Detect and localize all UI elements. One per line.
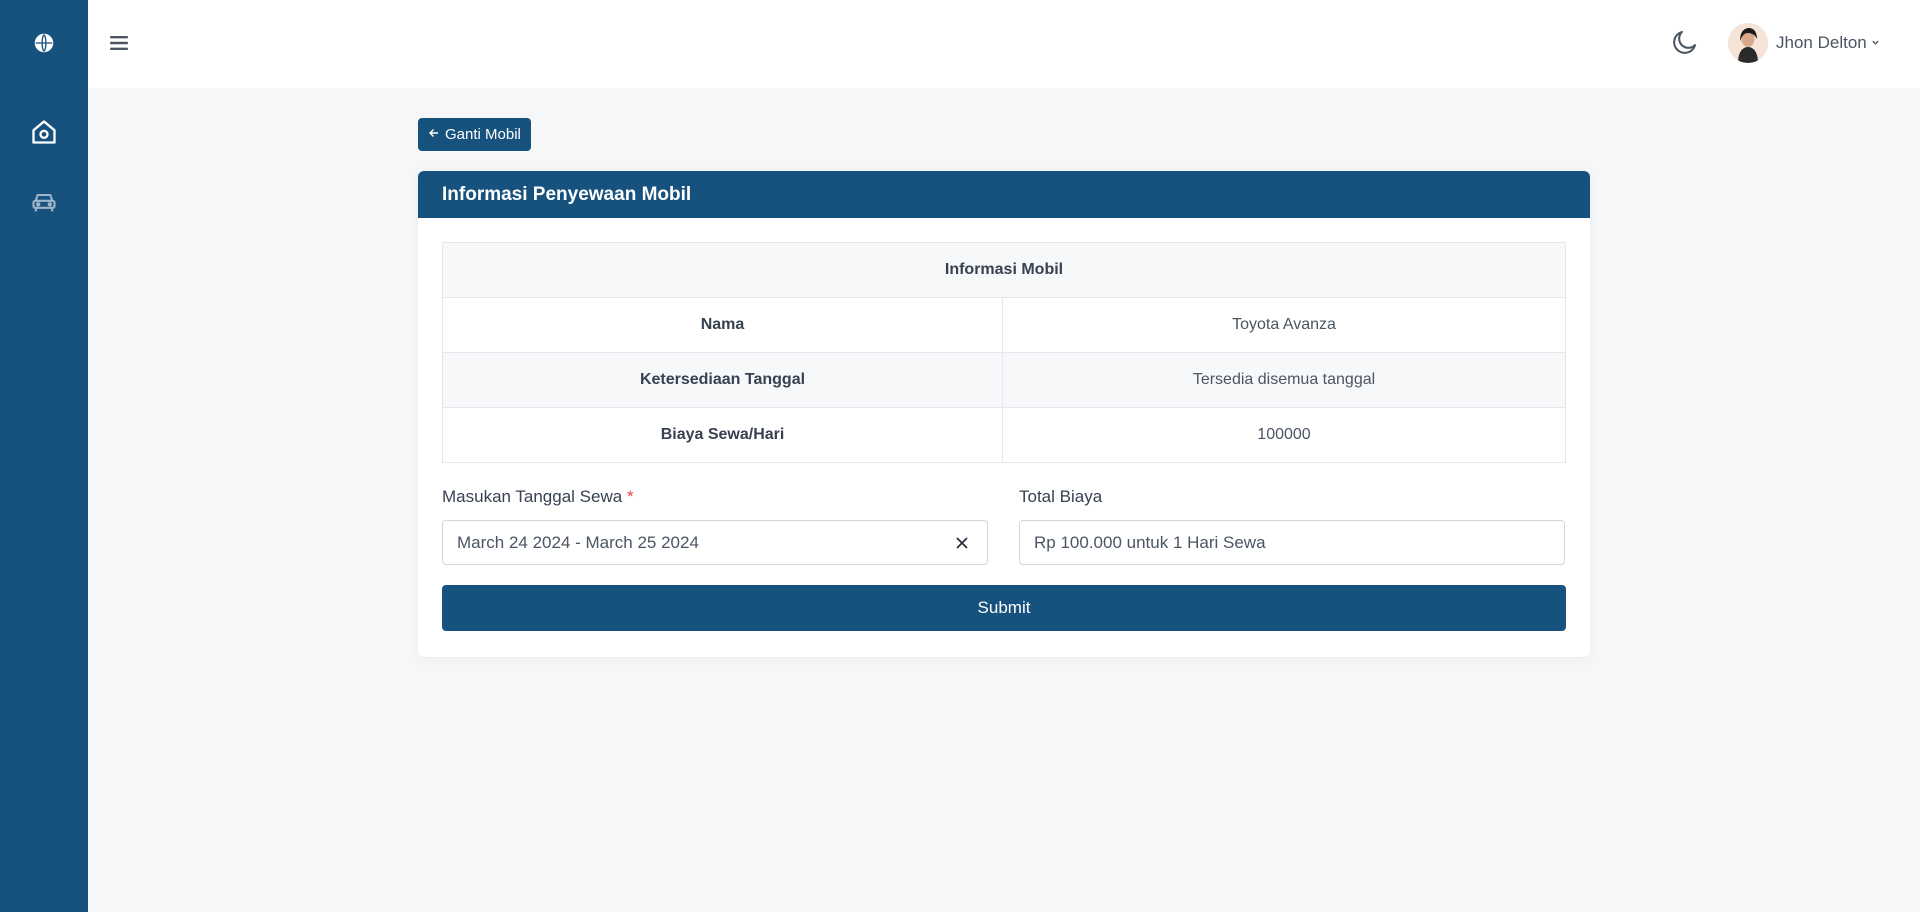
row-value: Toyota Avanza — [1002, 297, 1566, 353]
chevron-down-icon — [1871, 34, 1880, 52]
rental-info-card: Informasi Penyewaan Mobil Informasi Mobi… — [418, 171, 1590, 657]
sidebar — [0, 0, 88, 912]
rental-date-label: Masukan Tanggal Sewa * — [442, 487, 634, 507]
rental-date-value: March 24 2024 - March 25 2024 — [457, 532, 699, 552]
rental-date-label-text: Masukan Tanggal Sewa — [442, 487, 623, 506]
clear-icon[interactable] — [953, 534, 971, 557]
table-row: Nama Toyota Avanza — [442, 297, 1566, 353]
table-row: Biaya Sewa/Hari 100000 — [442, 407, 1566, 463]
globe-icon[interactable] — [0, 24, 88, 62]
menu-toggle-icon[interactable] — [108, 30, 130, 56]
rental-date-input[interactable]: March 24 2024 - March 25 2024 — [442, 520, 988, 565]
submit-button[interactable]: Submit — [442, 585, 1566, 631]
row-value: 100000 — [1002, 407, 1566, 463]
home-icon[interactable] — [0, 112, 88, 152]
card-title: Informasi Penyewaan Mobil — [418, 171, 1590, 218]
top-bar: Jhon Delton — [88, 0, 1920, 88]
total-cost-value: Rp 100.000 untuk 1 Hari Sewa — [1034, 532, 1266, 552]
row-label: Nama — [442, 297, 1003, 353]
total-cost-label: Total Biaya — [1019, 487, 1103, 506]
row-label: Ketersediaan Tanggal — [442, 352, 1003, 408]
avatar — [1728, 23, 1768, 63]
change-car-button[interactable]: Ganti Mobil — [418, 118, 531, 151]
car-info-table: Informasi Mobil Nama Toyota Avanza Keter… — [442, 242, 1566, 463]
arrow-left-icon — [428, 126, 440, 143]
dark-mode-toggle-icon[interactable] — [1670, 27, 1700, 57]
car-icon[interactable] — [0, 182, 88, 222]
row-value: Tersedia disemua tanggal — [1002, 352, 1566, 408]
required-marker: * — [626, 487, 634, 506]
total-cost-field[interactable]: Rp 100.000 untuk 1 Hari Sewa — [1019, 520, 1565, 565]
username: Jhon Delton — [1776, 33, 1867, 52]
change-car-label: Ganti Mobil — [445, 126, 521, 143]
user-menu[interactable]: Jhon Delton — [1728, 23, 1880, 63]
table-heading: Informasi Mobil — [442, 242, 1566, 298]
table-heading-row: Informasi Mobil — [442, 242, 1566, 298]
table-row: Ketersediaan Tanggal Tersedia disemua ta… — [442, 352, 1566, 408]
row-label: Biaya Sewa/Hari — [442, 407, 1003, 463]
